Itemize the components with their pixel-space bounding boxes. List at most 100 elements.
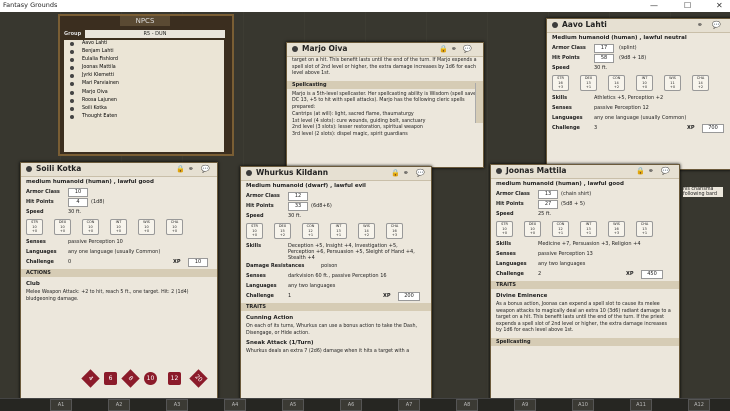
npc-window-marjo[interactable]: Marjo Oiva 🔒 ⚭ 💬 target on a hit. This b… — [286, 42, 484, 168]
speed-value: 25 ft. — [538, 211, 552, 217]
xp-field[interactable]: 10 — [188, 258, 208, 267]
xp-field[interactable]: 700 — [702, 124, 724, 133]
ability-con[interactable]: CON 12 +1 — [552, 221, 569, 237]
link-icon[interactable]: ⚭ — [188, 165, 194, 173]
list-item[interactable]: Roosa Lajunen — [64, 97, 224, 105]
hotkey-slot[interactable]: A8 — [456, 399, 478, 411]
d12-die-icon[interactable]: 12 — [168, 372, 181, 385]
list-item[interactable]: Thought Eaten — [64, 113, 224, 121]
main-tab[interactable] — [475, 83, 483, 123]
npc-window-whurkus[interactable]: Whurkus Kildann 🔒 ⚭ 💬 Medium humanoid (d… — [240, 166, 432, 400]
token-icon[interactable] — [292, 46, 298, 52]
lock-icon[interactable]: 🔒 — [439, 45, 448, 53]
chat-icon[interactable]: 💬 — [712, 21, 721, 29]
window-header[interactable]: Aavo Lahti ⚭ 💬 — [547, 19, 730, 33]
minimize-button[interactable]: — — [650, 0, 658, 11]
hp-field[interactable]: 58 — [594, 54, 614, 63]
link-icon[interactable]: ⚭ — [451, 45, 457, 53]
npc-window-soili[interactable]: Soili Kotka 🔒 ⚭ 💬 medium humanoid (human… — [20, 162, 218, 400]
link-icon[interactable]: ⚭ — [403, 169, 409, 177]
hotkey-slot[interactable]: A11 — [630, 399, 652, 411]
ability-int[interactable]: INT 13 +1 — [330, 223, 347, 239]
hotkey-slot[interactable]: A5 — [282, 399, 304, 411]
ability-str[interactable]: STR 16 +3 — [552, 75, 569, 91]
window-header[interactable]: Joonas Mattila 🔒 ⚭ 💬 — [491, 165, 679, 179]
ability-int[interactable]: INT 10 +0 — [636, 75, 653, 91]
hotkey-slot[interactable]: A3 — [166, 399, 188, 411]
chat-icon[interactable]: 💬 — [463, 45, 472, 53]
hotkey-slot[interactable]: A4 — [224, 399, 246, 411]
chat-icon[interactable]: 💬 — [416, 169, 425, 177]
hotkey-slot[interactable]: A7 — [398, 399, 420, 411]
group-select[interactable]: R5 - DUN — [85, 30, 225, 38]
d6-die-icon[interactable]: 6 — [104, 372, 117, 385]
xp-field[interactable]: 200 — [398, 292, 420, 301]
list-item[interactable]: Soili Kotka — [64, 105, 224, 113]
ability-int[interactable]: INT 10 +0 — [110, 219, 127, 235]
npcs-window[interactable]: NPCS Group R5 - DUN Aavo Lahti Benjam La… — [58, 14, 234, 156]
d10-die-icon[interactable]: 10 — [144, 372, 157, 385]
list-item[interactable]: Aavo Lahti — [64, 40, 224, 48]
token-icon[interactable] — [552, 22, 558, 28]
list-item[interactable]: Mari Parviainen — [64, 80, 224, 88]
hotkey-slot[interactable]: A10 — [572, 399, 594, 411]
hp-field[interactable]: 33 — [288, 202, 308, 211]
hp-field[interactable]: 4 — [68, 198, 88, 207]
hotkey-slot[interactable]: A1 — [50, 399, 72, 411]
lock-icon[interactable]: 🔒 — [176, 165, 185, 173]
ability-cha[interactable]: CHA 13 +1 — [636, 221, 653, 237]
npc-window-aavo[interactable]: Aavo Lahti ⚭ 💬 Medium humanoid (human) ,… — [546, 18, 730, 170]
ability-cha[interactable]: CHA 10 +0 — [166, 219, 183, 235]
ability-wis[interactable]: WIS 11 +0 — [664, 75, 681, 91]
ability-wis[interactable]: WIS 14 +2 — [358, 223, 375, 239]
link-icon[interactable]: ⚭ — [697, 21, 703, 29]
list-item[interactable]: Eulalia Fishlord — [64, 56, 224, 64]
ability-str[interactable]: STR 10 +0 — [246, 223, 263, 239]
ability-str[interactable]: STR 10 +0 — [496, 221, 513, 237]
xp-field[interactable]: 450 — [641, 270, 663, 279]
ability-dex[interactable]: DEX 15 +2 — [274, 223, 291, 239]
ac-field[interactable]: 17 — [594, 44, 614, 53]
actions-header: ACTIONS — [21, 269, 217, 277]
ability-wis[interactable]: WIS 10 +0 — [138, 219, 155, 235]
action-title[interactable]: Club — [21, 279, 217, 289]
ability-con[interactable]: CON 12 +1 — [302, 223, 319, 239]
list-item[interactable]: Benjam Lahti — [64, 48, 224, 56]
window-header[interactable]: Marjo Oiva 🔒 ⚭ 💬 — [287, 43, 483, 57]
lock-icon[interactable]: 🔒 — [391, 169, 400, 177]
token-icon[interactable] — [246, 170, 252, 176]
hotkey-slot[interactable]: A12 — [688, 399, 710, 411]
list-item[interactable]: Jyrki Klemetti — [64, 72, 224, 80]
ability-cha[interactable]: CHA 16 +3 — [386, 223, 403, 239]
token-icon[interactable] — [26, 166, 32, 172]
ability-dex[interactable]: DEX 13 +1 — [580, 75, 597, 91]
speed-value: 30 ft. — [288, 213, 302, 219]
ability-dex[interactable]: DEX 10 +0 — [54, 219, 71, 235]
chat-icon[interactable]: 💬 — [661, 167, 670, 175]
ac-field[interactable]: 12 — [288, 192, 308, 201]
hotkey-slot[interactable]: A9 — [514, 399, 536, 411]
ability-str[interactable]: STR 10 +0 — [26, 219, 43, 235]
hp-field[interactable]: 27 — [538, 200, 558, 209]
ability-dex[interactable]: DEX 10 +0 — [524, 221, 541, 237]
ability-wis[interactable]: WIS 16 +3 — [608, 221, 625, 237]
ac-field[interactable]: 13 — [538, 190, 558, 199]
link-icon[interactable]: ⚭ — [648, 167, 654, 175]
window-header[interactable]: Soili Kotka 🔒 ⚭ 💬 — [21, 163, 217, 177]
list-item[interactable]: Marjo Oiva — [64, 89, 224, 97]
hotkey-slot[interactable]: A6 — [340, 399, 362, 411]
token-icon[interactable] — [496, 168, 502, 174]
chat-icon[interactable]: 💬 — [201, 165, 210, 173]
ability-con[interactable]: CON 14 +2 — [608, 75, 625, 91]
hotkey-slot[interactable]: A2 — [108, 399, 130, 411]
ac-field[interactable]: 10 — [68, 188, 88, 197]
lock-icon[interactable]: 🔒 — [636, 167, 645, 175]
list-item[interactable]: Joonas Mattila — [64, 64, 224, 72]
npc-window-joonas[interactable]: Joonas Mattila 🔒 ⚭ 💬 medium humanoid (hu… — [490, 164, 680, 400]
ability-int[interactable]: INT 13 +1 — [580, 221, 597, 237]
ability-con[interactable]: CON 10 +0 — [82, 219, 99, 235]
ability-cha[interactable]: CHA 14 +2 — [692, 75, 709, 91]
window-header[interactable]: Whurkus Kildann 🔒 ⚭ 💬 — [241, 167, 431, 181]
maximize-button[interactable]: ☐ — [684, 0, 691, 11]
close-button[interactable]: ✕ — [716, 0, 723, 11]
